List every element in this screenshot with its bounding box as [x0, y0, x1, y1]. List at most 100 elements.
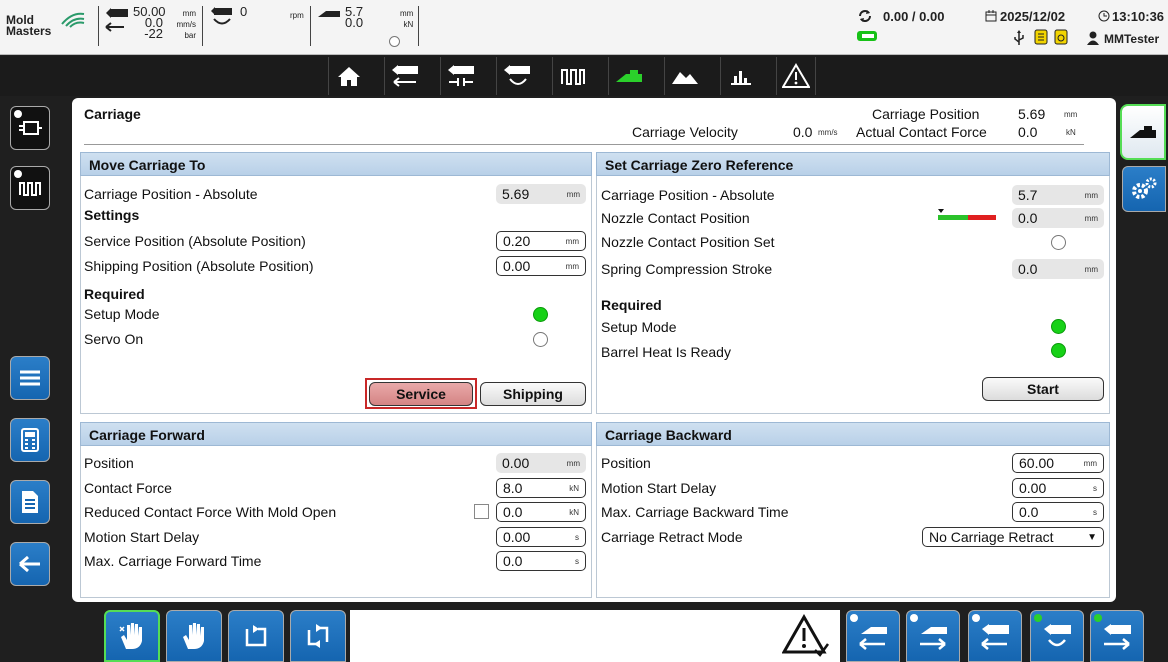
header-status-indicator — [389, 36, 400, 47]
hand-manual-icon — [119, 623, 142, 649]
chart-button[interactable] — [720, 57, 760, 95]
document-icon — [22, 491, 38, 513]
mold-masters-logo: Mold Masters — [6, 13, 52, 38]
calendar-icon — [985, 10, 997, 22]
user-icon — [1087, 31, 1099, 45]
zero-setup-mode-label: Setup Mode — [601, 319, 677, 335]
hold-button[interactable] — [440, 57, 480, 95]
reduced-force-checkbox[interactable] — [474, 504, 489, 519]
carriage-button[interactable] — [608, 57, 648, 95]
home-button[interactable] — [328, 57, 368, 95]
gears-icon — [1132, 177, 1157, 199]
storage-yellow-icon[interactable] — [1054, 29, 1068, 45]
injection-forward-icon — [1104, 624, 1131, 650]
zero-pos-abs-label: Carriage Position - Absolute — [601, 187, 775, 203]
mold-button[interactable] — [664, 57, 704, 95]
carriage-force-header-value: 0.0 — [345, 15, 364, 30]
recovery-button[interactable] — [496, 57, 536, 95]
document-yellow-icon[interactable] — [1034, 29, 1048, 45]
zero-setup-mode-led — [1051, 319, 1066, 334]
service-position-label: Service Position (Absolute Position) — [84, 233, 306, 249]
injection-status-icon — [857, 31, 877, 41]
carriage-velocity-value: 0.0 — [793, 124, 813, 140]
backward-position-input[interactable]: 60.00 mm — [1012, 453, 1104, 473]
manual-mode-button[interactable] — [104, 610, 160, 662]
calculator-button[interactable] — [10, 418, 50, 462]
injection-button[interactable] — [384, 57, 424, 95]
injection-icon — [106, 8, 128, 18]
heats-button[interactable] — [552, 57, 592, 95]
page-title: Carriage — [84, 106, 141, 122]
start-button[interactable]: Start — [982, 377, 1104, 401]
shipping-position-input[interactable]: 0.00 mm — [496, 256, 586, 276]
carriage-icon — [615, 70, 642, 82]
servo-on-led — [533, 332, 548, 347]
carriage-forward-header: Carriage Forward — [80, 422, 592, 446]
menu-button[interactable] — [10, 356, 50, 400]
carriage-forward-button[interactable] — [906, 610, 960, 662]
carriage-backward-button[interactable] — [846, 610, 900, 662]
spring-stroke-label: Spring Compression Stroke — [601, 261, 773, 277]
document-button[interactable] — [10, 480, 50, 524]
hand-icon — [183, 623, 204, 649]
alarm-acknowledge-icon[interactable] — [782, 614, 830, 658]
screw-forward-button[interactable] — [1090, 610, 1144, 662]
back-button[interactable] — [10, 542, 50, 586]
setup-mode-led — [533, 307, 548, 322]
service-position-input[interactable]: 0.20 mm — [496, 231, 586, 251]
status-header: Mold Masters 50.00 0.0 -22 mm mm/s bar 0… — [0, 0, 1168, 55]
shipping-button[interactable]: Shipping — [480, 382, 586, 406]
carriage-velocity-unit: mm/s — [818, 128, 838, 137]
contact-force-label: Actual Contact Force — [856, 124, 987, 140]
zero-required-heading: Required — [601, 297, 662, 313]
move-pos-abs-field: 5.69 mm — [496, 184, 586, 204]
chevron-down-icon: ▼ — [1087, 531, 1097, 543]
retract-mode-label: Carriage Retract Mode — [601, 529, 743, 545]
auto-cycle-button[interactable] — [290, 610, 346, 662]
retract-mode-select[interactable]: No Carriage Retract ▼ — [922, 527, 1104, 547]
forward-delay-input[interactable]: 0.00 s — [496, 527, 586, 547]
cycle-icon — [859, 10, 871, 22]
contact-force-setting-label: Contact Force — [84, 480, 172, 496]
backward-delay-label: Motion Start Delay — [601, 480, 717, 496]
side-heats-button[interactable] — [10, 166, 50, 210]
injection-icon — [391, 65, 418, 87]
backward-maxtime-input[interactable]: 0.0 s — [1012, 502, 1104, 522]
alarm-button[interactable] — [776, 57, 816, 95]
heats-icon — [19, 182, 41, 196]
hand-mode-button[interactable] — [166, 610, 222, 662]
zero-pos-abs-field: 5.7 mm — [1012, 185, 1104, 205]
settings-button[interactable] — [1122, 166, 1166, 212]
carriage-icon — [318, 11, 340, 17]
forward-position-label: Position — [84, 455, 134, 471]
screw-recovery-button[interactable] — [1030, 610, 1084, 662]
carriage-position-value: 5.69 — [1018, 106, 1046, 122]
reduced-force-label: Reduced Contact Force With Mold Open — [84, 504, 337, 520]
forward-maxtime-input[interactable]: 0.0 s — [496, 551, 586, 571]
screw-rpm-unit: rpm — [290, 11, 304, 20]
screw-backward-button[interactable] — [968, 610, 1022, 662]
move-pos-abs-label: Carriage Position - Absolute — [84, 186, 258, 202]
shipping-position-label: Shipping Position (Absolute Position) — [84, 258, 314, 274]
side-motor-button[interactable] — [10, 106, 50, 150]
service-button[interactable]: Service — [369, 382, 473, 406]
zero-reference-header: Set Carriage Zero Reference — [596, 152, 1110, 176]
logo-waves-icon — [61, 12, 85, 28]
carriage-unit-mm: mm — [400, 9, 414, 18]
reduced-force-input[interactable]: 0.0 kN — [496, 502, 586, 522]
move-carriage-header: Move Carriage To — [80, 152, 592, 176]
date-display: 2025/12/02 — [1000, 9, 1066, 24]
usb-icon — [1014, 30, 1024, 45]
message-area — [350, 610, 840, 662]
semi-auto-cycle-icon — [245, 625, 267, 647]
forward-delay-label: Motion Start Delay — [84, 529, 200, 545]
backward-delay-input[interactable]: 0.00 s — [1012, 478, 1104, 498]
semi-auto-button[interactable] — [228, 610, 284, 662]
hold-icon — [447, 65, 474, 86]
arrow-left-icon — [19, 555, 40, 573]
carriage-backward-header: Carriage Backward — [596, 422, 1110, 446]
time-display: 13:10:36 — [1112, 9, 1165, 24]
carriage-forward-icon — [920, 627, 947, 650]
contact-force-input[interactable]: 8.0 kN — [496, 478, 586, 498]
carriage-page-button[interactable] — [1120, 104, 1166, 160]
